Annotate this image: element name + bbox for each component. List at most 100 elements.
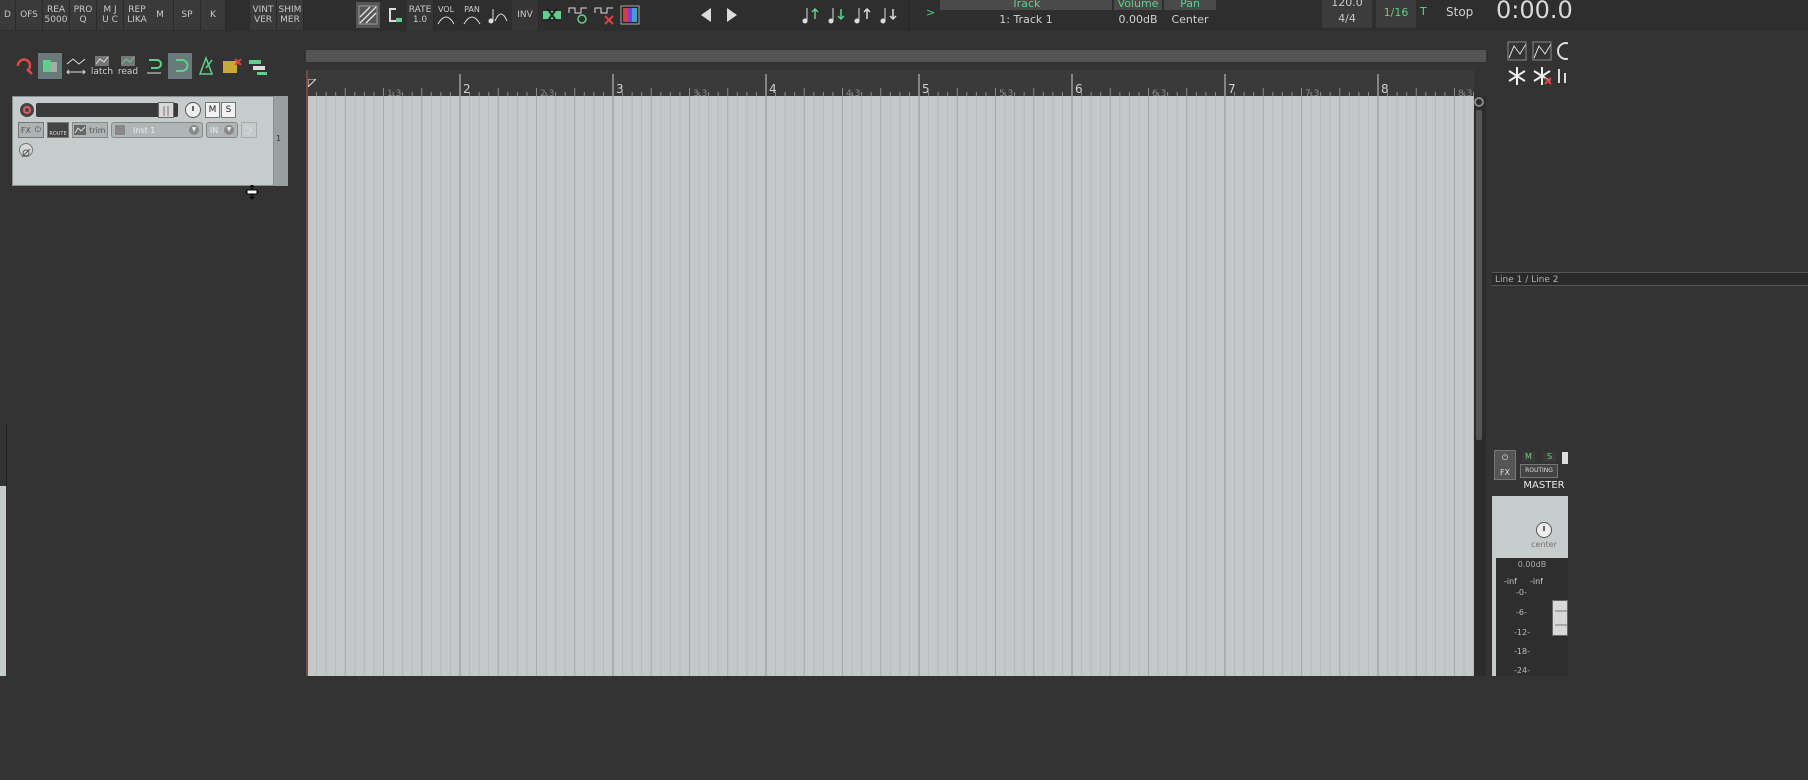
freeze-icon[interactable] xyxy=(1505,63,1529,89)
volume-info-header: Volume xyxy=(1117,0,1159,10)
color-picker-icon[interactable] xyxy=(618,2,642,28)
solo-button[interactable]: S xyxy=(221,102,236,118)
toolbar-button-shimmer[interactable]: SHIM MER xyxy=(277,0,304,30)
read-mode-button[interactable]: read xyxy=(116,53,140,79)
toolbar-button-k[interactable]: K xyxy=(201,0,226,30)
rate-button[interactable]: RATE 1.0 xyxy=(407,0,434,30)
master-solo-button[interactable]: S xyxy=(1543,452,1556,462)
meter-icon[interactable] xyxy=(1555,63,1568,89)
loop-start-marker[interactable] xyxy=(307,72,317,88)
record-arm-icon xyxy=(23,106,31,114)
pan-info-header: Pan xyxy=(1180,0,1200,10)
pan-envelope-icon[interactable]: PAN xyxy=(460,2,484,28)
routing-matrix-icon[interactable] xyxy=(246,53,270,79)
volume-info-value[interactable]: 0.00dB xyxy=(1114,13,1162,26)
trim-button[interactable]: trim xyxy=(72,122,108,138)
rate-label: RATE 1.0 xyxy=(408,5,432,25)
time-signature[interactable]: 4/4 xyxy=(1322,12,1372,25)
input-monitor-button[interactable]: IN ▼ xyxy=(206,122,238,138)
octave-up-icon[interactable] xyxy=(850,2,874,28)
repeat-icon[interactable] xyxy=(168,53,192,79)
loop-start-icon xyxy=(307,78,317,88)
previous-icon[interactable] xyxy=(694,2,718,28)
latch-mode-button[interactable]: latch xyxy=(90,53,114,79)
ripple-edit-icon[interactable] xyxy=(38,53,62,79)
envelope-tool-icon-1[interactable] xyxy=(1505,38,1529,64)
master-db-value: 0.00dB xyxy=(1517,560,1547,569)
master-fx-power-icon: ⏻ xyxy=(1501,453,1509,463)
tempo-value[interactable]: 120.0 xyxy=(1322,0,1372,9)
arrange-grid xyxy=(316,96,1474,676)
unfreeze-icon[interactable] xyxy=(1530,63,1554,89)
play-arrow-button[interactable] xyxy=(241,122,257,138)
vertical-scroll-thumb[interactable] xyxy=(1476,110,1482,440)
in-label: IN xyxy=(209,125,219,135)
master-fx-label: FX xyxy=(1499,467,1511,477)
note-up-icon[interactable] xyxy=(798,2,822,28)
master-routing-button[interactable]: ROUTING xyxy=(1520,464,1558,478)
pan-info-value[interactable]: Center xyxy=(1164,13,1216,26)
ruler-bar-3: 3 xyxy=(616,82,624,96)
master-mute-button[interactable]: M xyxy=(1522,452,1535,462)
track-info-arrow[interactable]: > xyxy=(926,6,935,19)
volume-fader-track[interactable] xyxy=(36,103,178,117)
mute-button[interactable]: M xyxy=(205,102,220,118)
master-pan-knob[interactable] xyxy=(1536,522,1552,538)
metronome-icon[interactable] xyxy=(194,53,218,79)
master-label: MASTER xyxy=(1523,480,1565,491)
toolbar-button-mjuc[interactable]: M J U C xyxy=(97,0,124,30)
monitor-dropdown-icon: ▼ xyxy=(224,125,235,135)
volume-fader-handle[interactable] xyxy=(158,102,174,118)
triplet-toggle[interactable]: T xyxy=(1420,5,1427,18)
route-label: ROUTE xyxy=(49,131,67,137)
left-edge-divider xyxy=(6,424,7,486)
grid-setting[interactable]: 1/16 xyxy=(1376,0,1416,28)
envelope-points-icon[interactable] xyxy=(64,53,88,79)
grid-snap-icon[interactable] xyxy=(356,2,380,28)
loop-time-icon[interactable] xyxy=(142,53,166,79)
mouse-cursor-icon xyxy=(245,184,259,203)
toolbar-button-ofs[interactable]: OFS xyxy=(16,0,43,30)
snapshot-icon[interactable] xyxy=(220,53,244,79)
loop-envelope-icon[interactable] xyxy=(566,2,590,28)
input-label: Inst 1 xyxy=(133,125,156,135)
envelope-tool-icon-2[interactable] xyxy=(1530,38,1554,64)
pan-knob[interactable] xyxy=(185,102,201,118)
ruler-bar-2: 2 xyxy=(463,82,471,96)
volume-envelope-icon[interactable]: VOL xyxy=(434,2,458,28)
split-icon[interactable] xyxy=(540,2,564,28)
snap-icon[interactable] xyxy=(382,2,406,28)
toolbar-button-rea5000[interactable]: REA 5000 xyxy=(43,0,70,30)
horizontal-scrollbar[interactable] xyxy=(306,50,1486,62)
note-down-icon[interactable] xyxy=(824,2,848,28)
fx-power-icon: ⏻ xyxy=(34,125,42,134)
master-fader-handle[interactable] xyxy=(1552,600,1568,636)
meter-scale-24: -24- xyxy=(1514,666,1530,675)
invert-button[interactable]: INV xyxy=(512,0,539,30)
midi-envelope-icon[interactable] xyxy=(486,2,510,28)
zoom-icon[interactable] xyxy=(1474,97,1484,107)
ruler-bar-5: 5 xyxy=(922,82,930,96)
time-display: 0:00.0 xyxy=(1496,0,1573,24)
toolbar-button-vintver[interactable]: VINT VER xyxy=(250,0,277,30)
fx-button[interactable]: FX ⏻ xyxy=(18,122,44,138)
delete-envelope-icon[interactable] xyxy=(592,2,616,28)
quantize-icon[interactable] xyxy=(12,53,36,79)
toolbar-button-d[interactable]: D xyxy=(0,0,16,30)
input-select[interactable]: Inst 1 ▼ xyxy=(111,122,203,138)
record-arm-button[interactable] xyxy=(20,103,34,117)
input-dropdown-icon: ▼ xyxy=(189,125,199,135)
toolbar-button-sp[interactable]: SP xyxy=(174,0,201,30)
octave-down-icon[interactable] xyxy=(876,2,900,28)
ruler-bar-4: 4 xyxy=(769,82,777,96)
master-fx-button[interactable]: ⏻ FX xyxy=(1494,450,1516,480)
toolbar-button-m[interactable]: M xyxy=(147,0,174,30)
toolbar-divider xyxy=(908,0,910,30)
phase-button[interactable] xyxy=(19,143,33,158)
toolbar-button-proq[interactable]: PRO Q xyxy=(70,0,97,30)
master-edge-button[interactable] xyxy=(1562,452,1568,464)
route-button[interactable]: ROUTE xyxy=(47,122,69,138)
track-info-value[interactable]: 1: Track 1 xyxy=(940,13,1112,26)
next-icon[interactable] xyxy=(720,2,744,28)
reel-icon[interactable] xyxy=(1555,38,1568,64)
